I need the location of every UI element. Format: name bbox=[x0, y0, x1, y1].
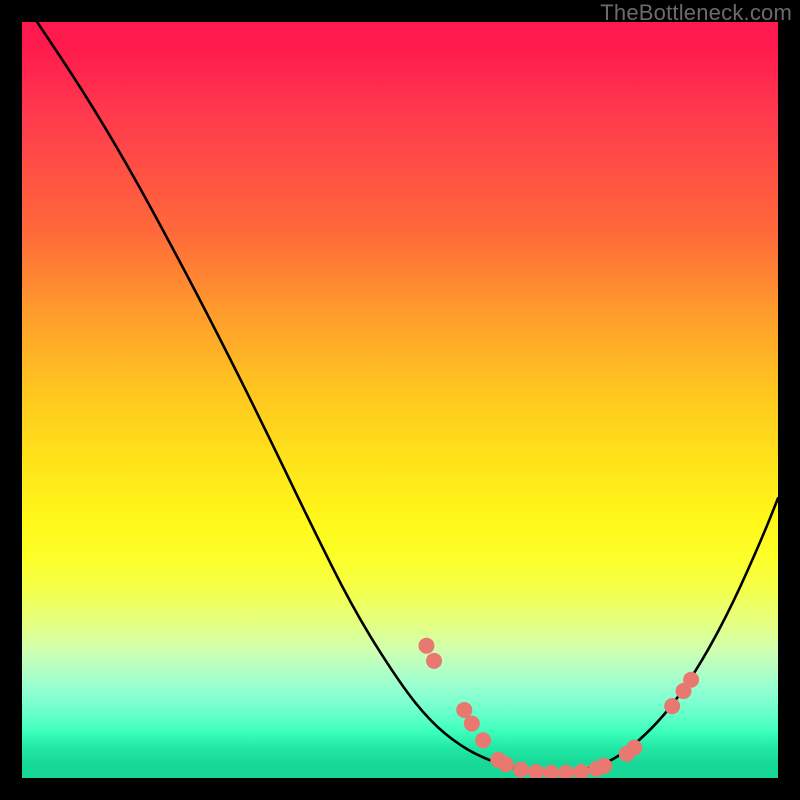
data-point bbox=[528, 764, 544, 778]
bottleneck-curve bbox=[37, 22, 778, 772]
watermark-text: TheBottleneck.com bbox=[600, 0, 792, 26]
data-point bbox=[558, 765, 574, 778]
data-point bbox=[418, 638, 434, 654]
data-point bbox=[683, 672, 699, 688]
chart-svg bbox=[22, 22, 778, 778]
data-point bbox=[498, 756, 514, 772]
data-point bbox=[513, 762, 529, 778]
data-point bbox=[426, 653, 442, 669]
data-point bbox=[626, 740, 642, 756]
data-points bbox=[418, 638, 699, 778]
data-point bbox=[664, 698, 680, 714]
data-point bbox=[573, 764, 589, 778]
data-point bbox=[464, 716, 480, 732]
data-point bbox=[456, 702, 472, 718]
data-point bbox=[475, 732, 491, 748]
data-point bbox=[596, 758, 612, 774]
data-point bbox=[543, 765, 559, 778]
